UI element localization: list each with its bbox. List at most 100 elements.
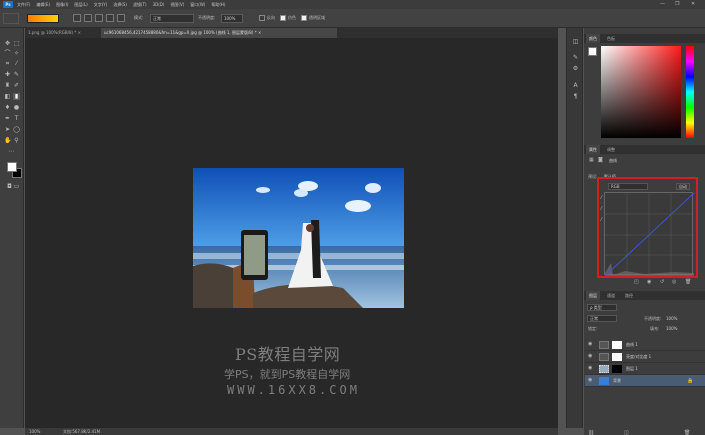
marquee-tool-icon[interactable]: ⬚ bbox=[13, 40, 20, 47]
tab-layers[interactable]: 图层 bbox=[586, 291, 600, 300]
restore-button[interactable]: ❐ bbox=[675, 1, 679, 7]
eraser-tool-icon[interactable]: ◧ bbox=[4, 93, 11, 100]
watermark-url: WWW.16XX8.COM bbox=[227, 383, 360, 397]
history-panel-icon[interactable]: ◫ bbox=[572, 38, 579, 45]
view-previous-icon[interactable]: ◉ bbox=[647, 279, 651, 285]
layer-mask-thumb[interactable] bbox=[612, 341, 622, 349]
gradient-tool-icon[interactable]: ▮ bbox=[13, 93, 20, 100]
link-layers-icon[interactable]: ⛓ bbox=[588, 430, 594, 435]
gradient-picker[interactable] bbox=[27, 14, 59, 23]
menu-image[interactable]: 图像(I) bbox=[56, 2, 68, 8]
menu-edit[interactable]: 编辑(E) bbox=[36, 2, 50, 8]
clone-stamp-icon[interactable]: ♜ bbox=[4, 82, 11, 89]
new-layer-icon[interactable]: ◫ bbox=[624, 430, 629, 435]
angle-gradient-button[interactable] bbox=[95, 14, 103, 22]
zoom-level[interactable]: 100% bbox=[29, 428, 40, 435]
delete-adjustment-icon[interactable]: 🗑 bbox=[685, 279, 691, 285]
tab-swatches[interactable]: 色板 bbox=[604, 34, 618, 43]
tab-paths[interactable]: 路径 bbox=[622, 291, 636, 300]
menu-filter[interactable]: 滤镜(T) bbox=[133, 2, 147, 8]
magic-wand-icon[interactable]: ✧ bbox=[13, 50, 20, 57]
brush-tool-icon[interactable]: ✎ bbox=[13, 71, 20, 78]
layer-kind-filter[interactable]: ρ 类型 bbox=[587, 304, 617, 311]
path-select-icon[interactable]: ➤ bbox=[4, 126, 11, 133]
lasso-tool-icon[interactable]: ⌒ bbox=[4, 50, 11, 57]
radial-gradient-button[interactable] bbox=[84, 14, 92, 22]
menu-3d[interactable]: 3D(D) bbox=[153, 2, 165, 7]
mask-icon[interactable]: ◙ bbox=[598, 157, 603, 163]
eye-icon[interactable]: ◉ bbox=[588, 366, 594, 371]
paragraph-panel-icon[interactable]: ¶ bbox=[572, 93, 579, 100]
quick-mask-icon[interactable]: ◘ bbox=[6, 183, 13, 190]
document-image[interactable] bbox=[193, 168, 404, 308]
move-tool-icon[interactable]: ✥ bbox=[4, 40, 11, 47]
dither-checkbox[interactable] bbox=[280, 15, 286, 21]
brush-settings-icon[interactable]: ✎ bbox=[572, 54, 579, 61]
options-bar: 模式: 正常 不透明度: 100% 反向 仿色 透明区域 bbox=[0, 9, 705, 28]
type-tool-icon[interactable]: T bbox=[13, 115, 20, 122]
healing-brush-icon[interactable]: ✚ bbox=[4, 71, 11, 78]
delete-layer-icon[interactable]: 🗑 bbox=[684, 430, 690, 435]
character-panel-icon[interactable]: A bbox=[572, 82, 579, 89]
menu-view[interactable]: 视图(V) bbox=[170, 2, 184, 8]
eye-icon[interactable]: ◉ bbox=[588, 342, 594, 347]
menu-layer[interactable]: 图层(L) bbox=[74, 2, 87, 8]
curves-graph[interactable] bbox=[604, 192, 695, 277]
eye-icon[interactable]: ◉ bbox=[588, 354, 594, 359]
mode-select[interactable]: 正常 bbox=[150, 14, 194, 23]
reverse-checkbox[interactable] bbox=[259, 15, 265, 21]
gradient-tool-preset-icon[interactable] bbox=[3, 13, 19, 24]
reflected-gradient-button[interactable] bbox=[106, 14, 114, 22]
menu-help[interactable]: 帮助(H) bbox=[211, 2, 225, 8]
fill-input[interactable]: 100% bbox=[666, 326, 677, 331]
layer-row[interactable]: ◉ 图层 1 bbox=[585, 363, 705, 375]
tab-adjustments[interactable]: 调整 bbox=[604, 145, 618, 154]
eyedropper-icon[interactable]: ⁄ bbox=[13, 60, 20, 67]
transparency-checkbox[interactable] bbox=[301, 15, 307, 21]
tab-1-png[interactable]: 1.png @ 100%(RGB/8) * × bbox=[25, 28, 101, 38]
tab-channels[interactable]: 通道 bbox=[604, 291, 618, 300]
hand-tool-icon[interactable]: ✋ bbox=[4, 137, 11, 144]
visibility-icon[interactable]: ◎ bbox=[672, 279, 676, 285]
shape-tool-icon[interactable]: ◯ bbox=[13, 126, 20, 133]
menu-file[interactable]: 文件(F) bbox=[17, 2, 30, 8]
layer-row[interactable]: ◉ 亮度/对比度 1 bbox=[585, 351, 705, 363]
brush-presets-icon[interactable]: ⚙ bbox=[572, 65, 579, 72]
tab-properties[interactable]: 属性 bbox=[586, 145, 600, 154]
menu-type[interactable]: 文字(Y) bbox=[94, 2, 108, 8]
dodge-tool-icon[interactable]: ● bbox=[13, 104, 20, 111]
menu-window[interactable]: 窗口(W) bbox=[190, 2, 205, 8]
tab-color[interactable]: 颜色 bbox=[586, 34, 600, 43]
reset-icon[interactable]: ↺ bbox=[660, 279, 664, 285]
history-brush-icon[interactable]: ✐ bbox=[13, 82, 20, 89]
color-picker-field[interactable] bbox=[601, 46, 681, 138]
eye-icon[interactable]: ◉ bbox=[588, 378, 594, 383]
screen-mode-icon[interactable]: ▭ bbox=[13, 183, 20, 190]
hue-slider[interactable] bbox=[686, 46, 694, 138]
diamond-gradient-button[interactable] bbox=[117, 14, 125, 22]
linear-gradient-button[interactable] bbox=[73, 14, 81, 22]
close-button[interactable]: ✕ bbox=[691, 1, 695, 7]
tab-active-document[interactable]: uc961068456,4217458880&fm=11&gp=0.jpg @ … bbox=[101, 28, 337, 38]
clip-to-layer-icon[interactable]: ◰ bbox=[634, 279, 639, 285]
more-tools-icon[interactable]: ⋯ bbox=[8, 148, 15, 155]
layer-opacity-input[interactable]: 100% bbox=[666, 316, 677, 321]
minimize-button[interactable]: — bbox=[660, 1, 665, 7]
panel-foreground-swatch[interactable] bbox=[588, 47, 597, 56]
layer-mask-thumb[interactable] bbox=[612, 353, 622, 361]
lock-icon: 🔒 bbox=[687, 378, 694, 384]
pen-tool-icon[interactable]: ✒ bbox=[4, 115, 11, 122]
adjustment-thumb-icon bbox=[599, 353, 609, 361]
blur-tool-icon[interactable]: ♦ bbox=[4, 104, 11, 111]
zoom-tool-icon[interactable]: ⚲ bbox=[13, 137, 20, 144]
layer-row[interactable]: ◉ 曲线 1 bbox=[585, 339, 705, 351]
layer-row-selected[interactable]: ◉ 背景 🔒 bbox=[585, 375, 705, 387]
layer-mask-thumb[interactable] bbox=[612, 365, 622, 373]
opacity-input[interactable]: 100% bbox=[221, 14, 243, 23]
crop-tool-icon[interactable]: ⌗ bbox=[4, 60, 11, 67]
watermark-title: PS教程自学网 bbox=[235, 345, 341, 364]
blend-mode-select[interactable]: 正常 bbox=[587, 315, 617, 322]
foreground-color-swatch[interactable] bbox=[7, 162, 17, 172]
menu-select[interactable]: 选择(S) bbox=[113, 2, 127, 8]
reverse-label: 反向 bbox=[267, 15, 275, 20]
